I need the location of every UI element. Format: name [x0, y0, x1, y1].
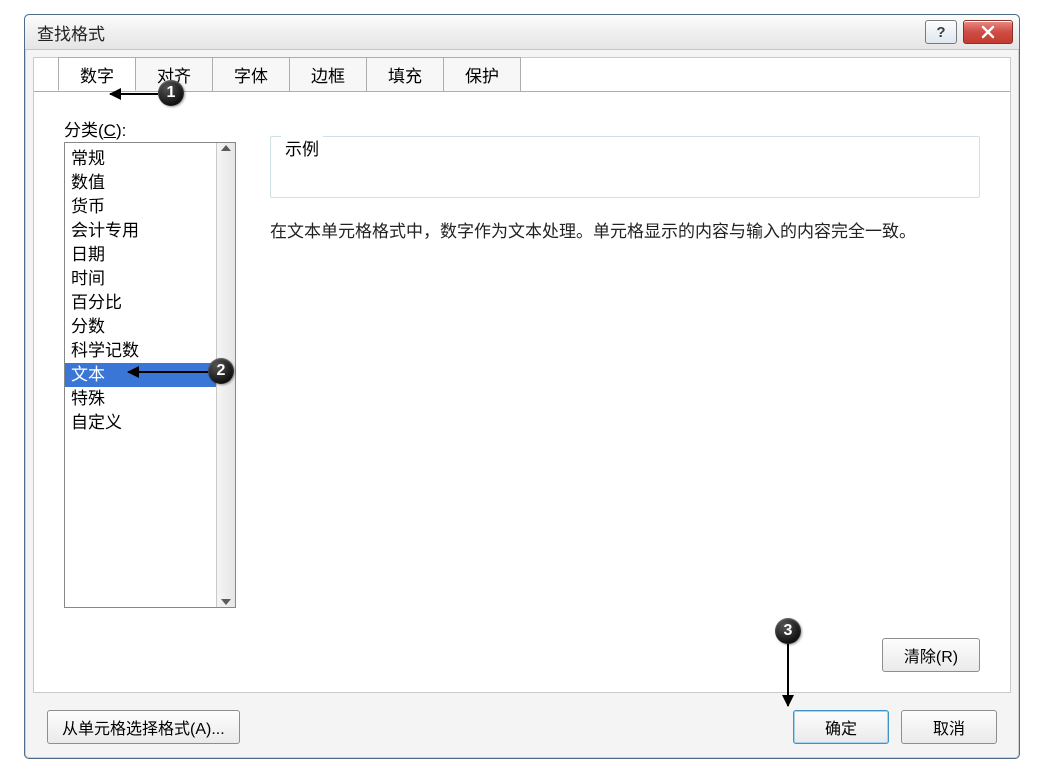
tab-border[interactable]: 边框 [289, 57, 367, 91]
cancel-label: 取消 [933, 715, 965, 739]
list-item-fraction[interactable]: 分数 [65, 315, 216, 339]
example-groupbox: 示例 [270, 136, 980, 198]
list-item-accounting[interactable]: 会计专用 [65, 219, 216, 243]
tab-label: 保护 [465, 62, 499, 87]
cancel-button[interactable]: 取消 [901, 710, 997, 744]
clear-button[interactable]: 清除(R) [882, 638, 980, 672]
annotation-arrow-1 [110, 93, 158, 95]
category-list: 常规 数值 货币 会计专用 日期 时间 百分比 分数 科学记数 文本 特殊 自定… [65, 143, 216, 607]
tab-protection[interactable]: 保护 [443, 57, 521, 91]
list-item-time[interactable]: 时间 [65, 267, 216, 291]
list-item-date[interactable]: 日期 [65, 243, 216, 267]
titlebar: 查找格式 ? [25, 15, 1019, 50]
scroll-down-icon [221, 599, 231, 605]
ok-button[interactable]: 确定 [793, 710, 889, 744]
list-item-general[interactable]: 常规 [65, 147, 216, 171]
format-description: 在文本单元格格式中，数字作为文本处理。单元格显示的内容与输入的内容完全一致。 [270, 218, 980, 246]
tab-font[interactable]: 字体 [212, 57, 290, 91]
find-format-dialog: 查找格式 ? 数字 对齐 字体 [24, 14, 1020, 759]
tab-label: 填充 [388, 62, 422, 87]
choose-format-from-cell-button[interactable]: 从单元格选择格式(A)... [47, 710, 240, 744]
list-item-number[interactable]: 数值 [65, 171, 216, 195]
help-button[interactable]: ? [925, 20, 957, 44]
close-icon [979, 23, 997, 41]
clear-button-label: 清除(R) [904, 643, 958, 667]
annotation-arrow-2 [128, 371, 208, 373]
list-item-scientific[interactable]: 科学记数 [65, 339, 216, 363]
annotation-badge-1: 1 [158, 80, 184, 106]
list-item-text[interactable]: 文本 [65, 363, 216, 387]
tab-strip: 数字 对齐 字体 边框 填充 保护 [58, 57, 520, 93]
list-item-special[interactable]: 特殊 [65, 387, 216, 411]
scroll-up-icon [221, 145, 231, 151]
dialog-footer: 从单元格选择格式(A)... 确定 取消 [33, 704, 1011, 744]
annotation-badge-3: 3 [775, 618, 801, 644]
help-icon: ? [936, 24, 945, 41]
content-panel: 数字 对齐 字体 边框 填充 保护 分类( [33, 57, 1011, 693]
annotation-arrow-3 [787, 644, 789, 706]
tab-number[interactable]: 数字 [58, 57, 136, 91]
from-cell-label: 从单元格选择格式(A)... [62, 715, 225, 739]
example-label: 示例 [281, 135, 323, 160]
ok-label: 确定 [825, 715, 857, 739]
tab-fill[interactable]: 填充 [366, 57, 444, 91]
close-button[interactable] [963, 20, 1013, 44]
annotation-badge-2: 2 [208, 358, 234, 384]
list-item-percent[interactable]: 百分比 [65, 291, 216, 315]
category-label: 分类(C): [64, 116, 126, 141]
tab-label: 字体 [234, 62, 268, 87]
list-item-currency[interactable]: 货币 [65, 195, 216, 219]
tab-label: 数字 [80, 62, 114, 87]
list-item-custom[interactable]: 自定义 [65, 411, 216, 435]
dialog-title: 查找格式 [37, 20, 105, 45]
tab-label: 边框 [311, 62, 345, 87]
